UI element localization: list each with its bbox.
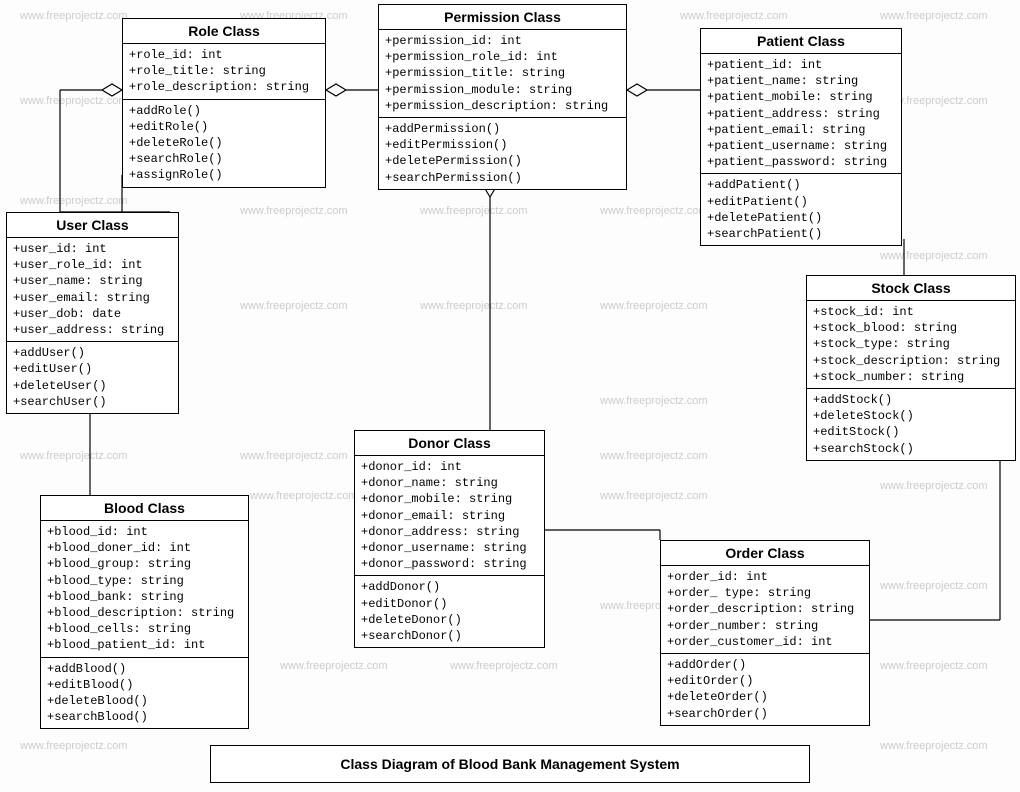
watermark: www.freeprojectz.com: [880, 660, 988, 672]
watermark: www.freeprojectz.com: [880, 10, 988, 22]
class-title: Donor Class: [355, 431, 544, 456]
class-title: Patient Class: [701, 29, 901, 54]
watermark: www.freeprojectz.com: [880, 580, 988, 592]
watermark: www.freeprojectz.com: [280, 660, 388, 672]
class-attrs: +order_id: int+order_ type: string+order…: [661, 566, 869, 654]
class-title: Blood Class: [41, 496, 248, 521]
class-attrs: +user_id: int+user_role_id: int+user_nam…: [7, 238, 178, 342]
watermark: www.freeprojectz.com: [600, 205, 708, 217]
class-attrs: +role_id: int+role_title: string+role_de…: [123, 44, 325, 100]
class-attrs: +stock_id: int+stock_blood: string+stock…: [807, 301, 1015, 389]
watermark: www.freeprojectz.com: [880, 250, 988, 262]
class-ops: +addUser()+editUser()+deleteUser()+searc…: [7, 342, 178, 413]
class-role: Role Class +role_id: int+role_title: str…: [122, 18, 326, 188]
class-attrs: +blood_id: int+blood_doner_id: int+blood…: [41, 521, 248, 658]
watermark: www.freeprojectz.com: [600, 450, 708, 462]
watermark: www.freeprojectz.com: [420, 300, 528, 312]
class-order: Order Class +order_id: int+order_ type: …: [660, 540, 870, 726]
watermark: www.freeprojectz.com: [20, 10, 128, 22]
watermark: www.freeprojectz.com: [880, 480, 988, 492]
class-ops: +addPatient()+editPatient()+deletePatien…: [701, 174, 901, 245]
class-ops: +addBlood()+editBlood()+deleteBlood()+se…: [41, 658, 248, 729]
watermark: www.freeprojectz.com: [20, 450, 128, 462]
watermark: www.freeprojectz.com: [600, 395, 708, 407]
watermark: www.freeprojectz.com: [600, 300, 708, 312]
watermark: www.freeprojectz.com: [880, 740, 988, 752]
class-ops: +addStock()+deleteStock()+editStock()+se…: [807, 389, 1015, 460]
class-attrs: +donor_id: int+donor_name: string+donor_…: [355, 456, 544, 576]
class-attrs: +permission_id: int+permission_role_id: …: [379, 30, 626, 118]
diagram-title: Class Diagram of Blood Bank Management S…: [210, 745, 810, 783]
class-title: Stock Class: [807, 276, 1015, 301]
class-diagram: www.freeprojectz.com www.freeprojectz.co…: [0, 0, 1020, 792]
class-stock: Stock Class +stock_id: int+stock_blood: …: [806, 275, 1016, 461]
watermark: www.freeprojectz.com: [20, 740, 128, 752]
watermark: www.freeprojectz.com: [240, 300, 348, 312]
class-user: User Class +user_id: int+user_role_id: i…: [6, 212, 179, 414]
class-ops: +addDonor()+editDonor()+deleteDonor()+se…: [355, 576, 544, 647]
class-permission: Permission Class +permission_id: int+per…: [378, 4, 627, 190]
watermark: www.freeprojectz.com: [240, 450, 348, 462]
watermark: www.freeprojectz.com: [420, 205, 528, 217]
class-title: Order Class: [661, 541, 869, 566]
class-donor: Donor Class +donor_id: int+donor_name: s…: [354, 430, 545, 648]
class-ops: +addRole()+editRole()+deleteRole()+searc…: [123, 100, 325, 187]
class-ops: +addOrder()+editOrder()+deleteOrder()+se…: [661, 654, 869, 725]
class-title: User Class: [7, 213, 178, 238]
watermark: www.freeprojectz.com: [240, 205, 348, 217]
watermark: www.freeprojectz.com: [450, 660, 558, 672]
class-ops: +addPermission()+editPermission()+delete…: [379, 118, 626, 189]
watermark: www.freeprojectz.com: [20, 195, 128, 207]
watermark: www.freeprojectz.com: [600, 490, 708, 502]
class-blood: Blood Class +blood_id: int+blood_doner_i…: [40, 495, 249, 729]
watermark: www.freeprojectz.com: [250, 490, 358, 502]
watermark: www.freeprojectz.com: [20, 95, 128, 107]
class-title: Role Class: [123, 19, 325, 44]
watermark: www.freeprojectz.com: [680, 10, 788, 22]
class-title: Permission Class: [379, 5, 626, 30]
class-attrs: +patient_id: int+patient_name: string+pa…: [701, 54, 901, 174]
class-patient: Patient Class +patient_id: int+patient_n…: [700, 28, 902, 246]
